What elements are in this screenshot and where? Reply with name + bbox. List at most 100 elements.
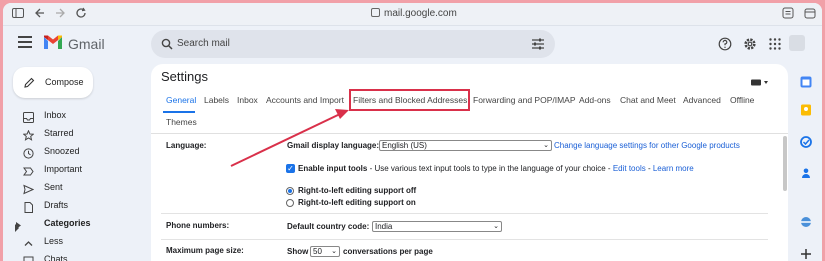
- inbox-icon: [23, 110, 34, 123]
- page-size-select[interactable]: 50 ⌄: [310, 246, 340, 257]
- page-size-suffix: conversations per page: [343, 247, 433, 256]
- row-divider: [161, 239, 768, 240]
- input-tools-label: Enable input tools: [298, 164, 368, 173]
- tab-general[interactable]: General: [166, 95, 196, 105]
- sidebar-item-less[interactable]: Less: [3, 233, 151, 251]
- page-size-value: 50: [313, 247, 322, 256]
- chevron-down-icon: ⌄: [493, 223, 499, 230]
- show-label: Show: [287, 247, 309, 256]
- country-code-value: India: [375, 222, 393, 231]
- sidebar-item-drafts[interactable]: Drafts: [3, 197, 151, 215]
- sidebar-item-label: Starred: [44, 128, 74, 138]
- browser-window: mail.google.com Gmail Search mail Compos…: [3, 3, 822, 261]
- learn-more-link[interactable]: Learn more: [653, 164, 694, 173]
- page-size-label: Maximum page size:: [166, 246, 244, 255]
- sidebar-item-label: Important: [44, 164, 83, 174]
- tab-accounts-and-import[interactable]: Accounts and Import: [266, 95, 344, 105]
- forward-icon[interactable]: [54, 7, 68, 21]
- country-code-select[interactable]: India ⌄: [372, 221, 502, 232]
- pencil-icon: [23, 76, 35, 88]
- sidebar-item-sent[interactable]: Sent: [3, 179, 151, 197]
- sidebar-item-label: Categories: [44, 218, 91, 228]
- annotation-highlight-box: [349, 89, 470, 111]
- input-tools-icon[interactable]: [751, 74, 769, 86]
- scrollbar[interactable]: [783, 136, 787, 191]
- row-divider: [161, 213, 768, 214]
- side-panel-rail: [790, 64, 822, 261]
- compose-label: Compose: [45, 77, 84, 87]
- tab-forwarding-and-pop-imap[interactable]: Forwarding and POP/IMAP: [473, 95, 576, 105]
- lock-icon: [371, 8, 380, 17]
- language-label: Language:: [166, 141, 207, 150]
- reader-icon[interactable]: [781, 7, 795, 21]
- sidebar-item-important[interactable]: Important: [3, 161, 151, 179]
- sidebar-item-label: Snoozed: [44, 146, 80, 156]
- search-bar[interactable]: Search mail: [151, 30, 555, 58]
- sidebar-item-label: Less: [44, 236, 64, 246]
- tab-chat-and-meet[interactable]: Chat and Meet: [620, 95, 676, 105]
- search-options-icon[interactable]: [531, 37, 545, 51]
- tab-inbox[interactable]: Inbox: [237, 95, 258, 105]
- url-text: mail.google.com: [384, 8, 457, 19]
- tab-add-ons[interactable]: Add-ons: [579, 95, 611, 105]
- compose-button[interactable]: Compose: [13, 67, 93, 98]
- sidebar-item-label: Drafts: [44, 200, 69, 210]
- country-code-label: Default country code:: [287, 222, 370, 231]
- apps-icon[interactable]: [768, 37, 782, 51]
- sidebar-icon[interactable]: [11, 7, 25, 21]
- separator-dash: -: [645, 164, 653, 173]
- sidebar-item-chats[interactable]: Chats: [3, 251, 151, 261]
- back-icon[interactable]: [32, 7, 46, 21]
- star-icon: [22, 128, 35, 141]
- sidebar-item-snoozed[interactable]: Snoozed: [3, 143, 151, 161]
- change-language-link[interactable]: Change language settings for other Googl…: [554, 141, 740, 150]
- input-tools-row: Enable input tools - Use various text in…: [298, 164, 694, 173]
- expand-categories-icon[interactable]: [14, 219, 20, 237]
- tabs-divider: [151, 133, 788, 134]
- gmail-logo[interactable]: [43, 34, 63, 50]
- search-input[interactable]: Search mail: [177, 38, 230, 49]
- sidebar-item-categories[interactable]: Categories: [3, 215, 151, 233]
- contacts-icon[interactable]: [800, 166, 812, 178]
- rtl-on-radio[interactable]: [286, 199, 294, 207]
- keep-icon[interactable]: [800, 103, 812, 116]
- rtl-on-label: Right-to-left editing support on: [298, 198, 416, 207]
- calendar-icon[interactable]: [800, 75, 812, 88]
- help-icon[interactable]: [718, 37, 732, 51]
- input-tools-checkbox[interactable]: ✓: [286, 164, 295, 173]
- tab-offline[interactable]: Offline: [730, 95, 754, 105]
- tab-themes[interactable]: Themes: [166, 117, 197, 127]
- page-title: Settings: [161, 69, 208, 84]
- sidebar-item-starred[interactable]: Starred: [3, 125, 151, 143]
- rtl-off-radio[interactable]: [286, 187, 294, 195]
- add-icon[interactable]: [800, 247, 812, 259]
- chevron-down-icon: ⌄: [331, 248, 337, 255]
- chevron-up-icon: [23, 236, 34, 247]
- display-language-select[interactable]: English (US) ⌄: [379, 140, 552, 151]
- send-icon: [23, 182, 35, 195]
- input-tools-desc: - Use various text input tools to type i…: [367, 164, 613, 173]
- browser-toolbar: mail.google.com: [3, 3, 822, 26]
- search-icon[interactable]: [161, 37, 173, 50]
- rtl-off-label: Right-to-left editing support off: [298, 186, 417, 195]
- address-bar[interactable]: mail.google.com: [371, 8, 457, 19]
- addon-icon[interactable]: [800, 215, 812, 227]
- sidebar-item-inbox[interactable]: Inbox: [3, 107, 151, 125]
- sidebar-item-label: Sent: [44, 182, 63, 192]
- app-name: Gmail: [68, 36, 105, 52]
- tasks-icon[interactable]: [800, 135, 812, 148]
- settings-panel: Settings General Labels Inbox Accounts and …: [151, 64, 788, 261]
- reload-icon[interactable]: [74, 7, 88, 21]
- tab-labels[interactable]: Labels: [204, 95, 229, 105]
- clock-icon: [23, 146, 34, 159]
- edit-tools-link[interactable]: Edit tools: [613, 164, 646, 173]
- settings-icon[interactable]: [743, 37, 757, 51]
- menu-icon[interactable]: [18, 36, 32, 48]
- sidebar-item-label: Inbox: [44, 110, 67, 120]
- chat-icon: [23, 254, 34, 261]
- avatar[interactable]: [789, 35, 805, 51]
- share-icon[interactable]: [803, 7, 817, 21]
- tab-advanced[interactable]: Advanced: [683, 95, 721, 105]
- important-icon: [23, 164, 34, 176]
- chevron-down-icon: ⌄: [543, 142, 549, 149]
